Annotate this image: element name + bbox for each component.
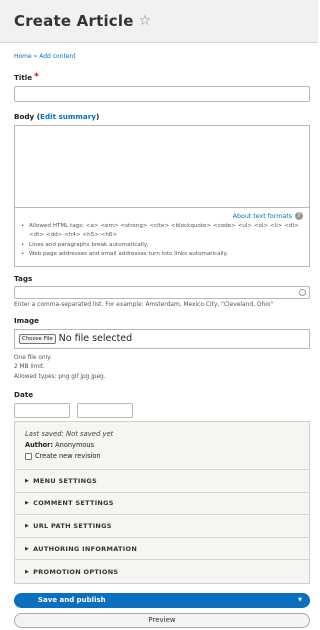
details-menu-settings[interactable]: ▶ MENU SETTINGS — [15, 470, 309, 493]
format-tip: Lines and paragraphs break automatically… — [21, 241, 303, 251]
title-label-row: Title * — [14, 72, 310, 82]
body-label-row: Body (Edit summary) — [14, 112, 310, 121]
autocomplete-throbber-icon — [299, 288, 306, 296]
details-authoring-information[interactable]: ▶ AUTHORING INFORMATION — [15, 538, 309, 561]
triangle-right-icon: ▶ — [25, 545, 30, 552]
page-title: Create Article — [14, 12, 134, 30]
page-header: Create Article ☆ — [0, 0, 318, 43]
image-file-widget: Choose File No file selected — [14, 328, 310, 349]
date-row — [14, 403, 310, 418]
triangle-right-icon: ▶ — [25, 500, 30, 507]
time-input[interactable] — [77, 403, 133, 418]
author-row: Author: Anonymous — [25, 441, 299, 449]
details-label: MENU SETTINGS — [33, 476, 97, 485]
save-button-label: Save and publish — [38, 596, 106, 605]
about-text-formats-row: About text formats? — [21, 212, 303, 222]
format-tip: Web page addresses and email addresses t… — [21, 250, 303, 260]
body-label: Body — [14, 112, 35, 121]
date-label: Date — [14, 390, 34, 399]
revision-row: Create new revision — [25, 452, 299, 460]
image-label: Image — [14, 315, 40, 325]
dropdown-caret-icon[interactable]: ▼ — [298, 597, 302, 603]
text-format-help: About text formats? Allowed HTML tags: <… — [14, 207, 310, 267]
body-textarea[interactable] — [14, 125, 310, 207]
triangle-right-icon: ▶ — [25, 477, 30, 484]
breadcrumb-add-content-link[interactable]: Add content — [39, 53, 76, 60]
last-saved-text: Last saved: Not saved yet — [25, 430, 114, 438]
image-description: One file only. 2 MB limit. Allowed types… — [14, 354, 310, 383]
meta-summary: Last saved: Not saved yet Author: Anonym… — [15, 422, 309, 470]
details-label: URL PATH SETTINGS — [33, 521, 112, 530]
author-label: Author: — [25, 441, 54, 449]
tags-label: Tags — [14, 273, 33, 283]
choose-file-button[interactable]: Choose File — [19, 333, 56, 344]
details-label: PROMOTION OPTIONS — [33, 567, 119, 576]
create-revision-checkbox[interactable] — [25, 452, 32, 460]
details-label: COMMENT SETTINGS — [33, 499, 114, 508]
main-content: Home » Add content Title * Body (Edit su… — [0, 53, 318, 628]
no-file-selected-text: No file selected — [58, 333, 133, 344]
tags-input[interactable] — [14, 285, 310, 299]
body-paren-close: ) — [95, 112, 100, 121]
tags-hint: Enter a comma-separated list. For exampl… — [14, 301, 274, 308]
triangle-right-icon: ▶ — [25, 522, 30, 529]
create-revision-label[interactable]: Create new revision — [35, 452, 101, 460]
title-label: Title — [14, 72, 33, 82]
preview-button[interactable]: Preview — [14, 612, 310, 628]
details-promotion-options[interactable]: ▶ PROMOTION OPTIONS — [15, 560, 309, 583]
title-input[interactable] — [14, 86, 310, 102]
image-desc-line: 2 MB limit. — [14, 364, 45, 370]
breadcrumb-home-link[interactable]: Home — [14, 53, 32, 60]
breadcrumb: Home » Add content — [14, 53, 310, 60]
date-input[interactable] — [14, 403, 70, 418]
details-comment-settings[interactable]: ▶ COMMENT SETTINGS — [15, 493, 309, 516]
save-and-publish-button[interactable]: Save and publish ▼ — [14, 592, 310, 608]
format-tips-list: Allowed HTML tags: <a> <em> <strong> <ci… — [21, 222, 303, 260]
required-marker: * — [34, 72, 39, 82]
format-tip: Allowed HTML tags: <a> <em> <strong> <ci… — [21, 222, 303, 241]
edit-summary-link[interactable]: Edit summary — [40, 112, 96, 121]
details-url-path-settings[interactable]: ▶ URL PATH SETTINGS — [15, 515, 309, 538]
author-value: Anonymous — [53, 441, 95, 449]
help-icon[interactable]: ? — [295, 212, 303, 220]
star-icon[interactable]: ☆ — [139, 13, 152, 29]
image-desc-line: One file only. — [14, 354, 52, 361]
entity-meta-panel: Last saved: Not saved yet Author: Anonym… — [14, 421, 310, 584]
about-text-formats-link[interactable]: About text formats — [233, 213, 292, 220]
details-label: AUTHORING INFORMATION — [33, 544, 138, 553]
image-desc-line: Allowed types: png gif jpg jpeg. — [14, 373, 106, 380]
triangle-right-icon: ▶ — [25, 568, 30, 575]
